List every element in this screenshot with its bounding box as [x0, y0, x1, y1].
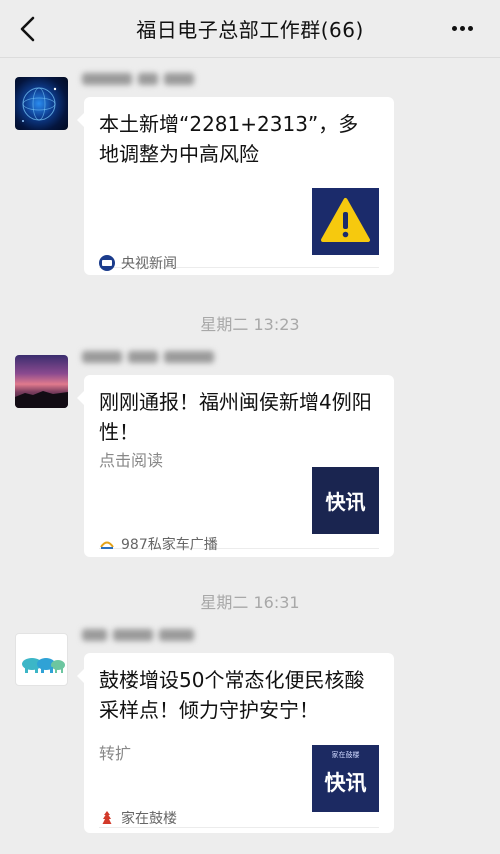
- avatar[interactable]: [15, 77, 68, 130]
- link-card[interactable]: 刚刚通报！福州闽侯新增4例阳性！ 点击阅读 快讯 987私家车广播: [77, 375, 394, 557]
- sender-name-blurred: [82, 625, 212, 645]
- link-card[interactable]: 鼓楼增设50个常态化便民核酸采样点！倾力守护安宁！ 转扩 家在鼓楼 快讯 家在鼓…: [77, 653, 394, 833]
- link-card[interactable]: 本土新增“2281+2313”，多地调整为中高风险 央视新闻: [77, 97, 394, 275]
- thumb-caption: 家在鼓楼: [331, 751, 360, 759]
- timestamp: 星期二 13:23: [200, 315, 300, 334]
- card-description: 点击阅读: [99, 451, 164, 470]
- thumb-text: 快讯: [325, 490, 366, 514]
- sender-name-blurred: [82, 347, 242, 367]
- avatar[interactable]: [15, 355, 68, 408]
- chat-title: 福日电子总部工作群(66): [136, 18, 364, 42]
- card-source: 家在鼓楼: [99, 809, 177, 827]
- radio-logo-icon: [99, 536, 115, 552]
- news-flash-thumbnail: 家在鼓楼 快讯: [312, 745, 379, 812]
- more-dots-icon[interactable]: [450, 15, 480, 43]
- card-title: 本土新增“2281+2313”，多地调整为中高风险: [99, 112, 359, 166]
- source-label: 家在鼓楼: [121, 811, 177, 827]
- cctv-news-icon: [99, 255, 115, 271]
- card-source: 987私家车广播: [99, 535, 218, 553]
- card-title: 刚刚通报！福州闽侯新增4例阳性！: [99, 390, 372, 444]
- card-description: 转扩: [99, 744, 132, 763]
- source-label: 央视新闻: [121, 256, 177, 272]
- warning-icon: [312, 188, 379, 255]
- sender-name-blurred: [82, 69, 212, 89]
- timestamp: 星期二 16:31: [200, 593, 300, 612]
- card-source: 央视新闻: [99, 254, 177, 272]
- source-label: 987私家车广播: [121, 537, 218, 553]
- chat-header: 福日电子总部工作群(66): [0, 0, 500, 58]
- card-title: 鼓楼增设50个常态化便民核酸采样点！倾力守护安宁！: [99, 668, 365, 722]
- pagoda-logo-icon: [99, 810, 115, 826]
- avatar[interactable]: [15, 633, 68, 686]
- news-flash-thumbnail: 快讯: [312, 467, 379, 534]
